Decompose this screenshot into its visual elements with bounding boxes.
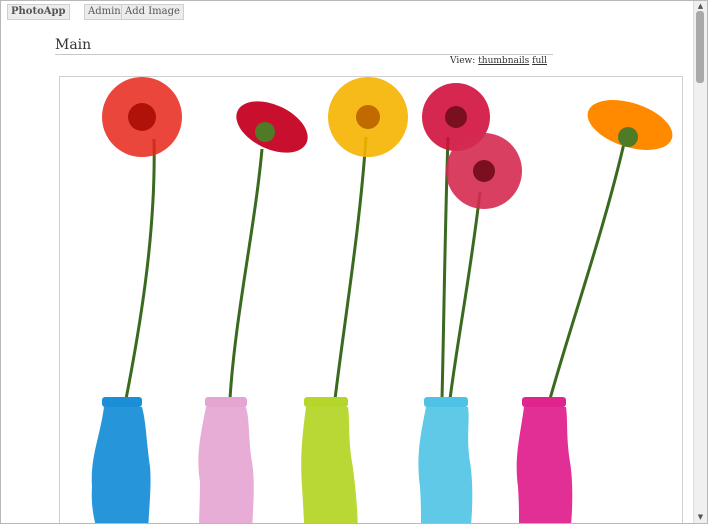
scroll-thumb[interactable] [696,11,704,83]
vase-lime [301,397,358,523]
vertical-scrollbar[interactable]: ▲ ▼ [693,1,707,523]
full-link[interactable]: full [532,56,547,66]
add-image-link[interactable]: Add Image [121,4,184,20]
flowers-in-vases-photo [91,77,673,523]
view-label: View: [450,56,476,66]
page-title: Main [55,37,553,55]
view-switcher: View: thumbnails full [450,56,547,66]
vase-cyan [418,397,473,523]
flower-yellow [328,77,408,157]
admin-link[interactable]: Admin [84,4,125,20]
flower-orange [587,100,673,150]
vase-pink [198,397,254,523]
flower-magenta-bottom [446,133,522,209]
browser-viewport: PhotoApp Admin Add Image Main View: thum… [0,0,708,524]
vase-hot-pink [516,397,573,523]
thumbnails-link[interactable]: thumbnails [478,56,529,66]
brand-link[interactable]: PhotoApp [7,4,70,20]
photo-frame[interactable] [59,76,683,523]
vase-blue [91,397,151,523]
flower-crimson [236,101,308,153]
scroll-down-arrow-icon[interactable]: ▼ [694,512,707,523]
flower-red [102,77,182,157]
